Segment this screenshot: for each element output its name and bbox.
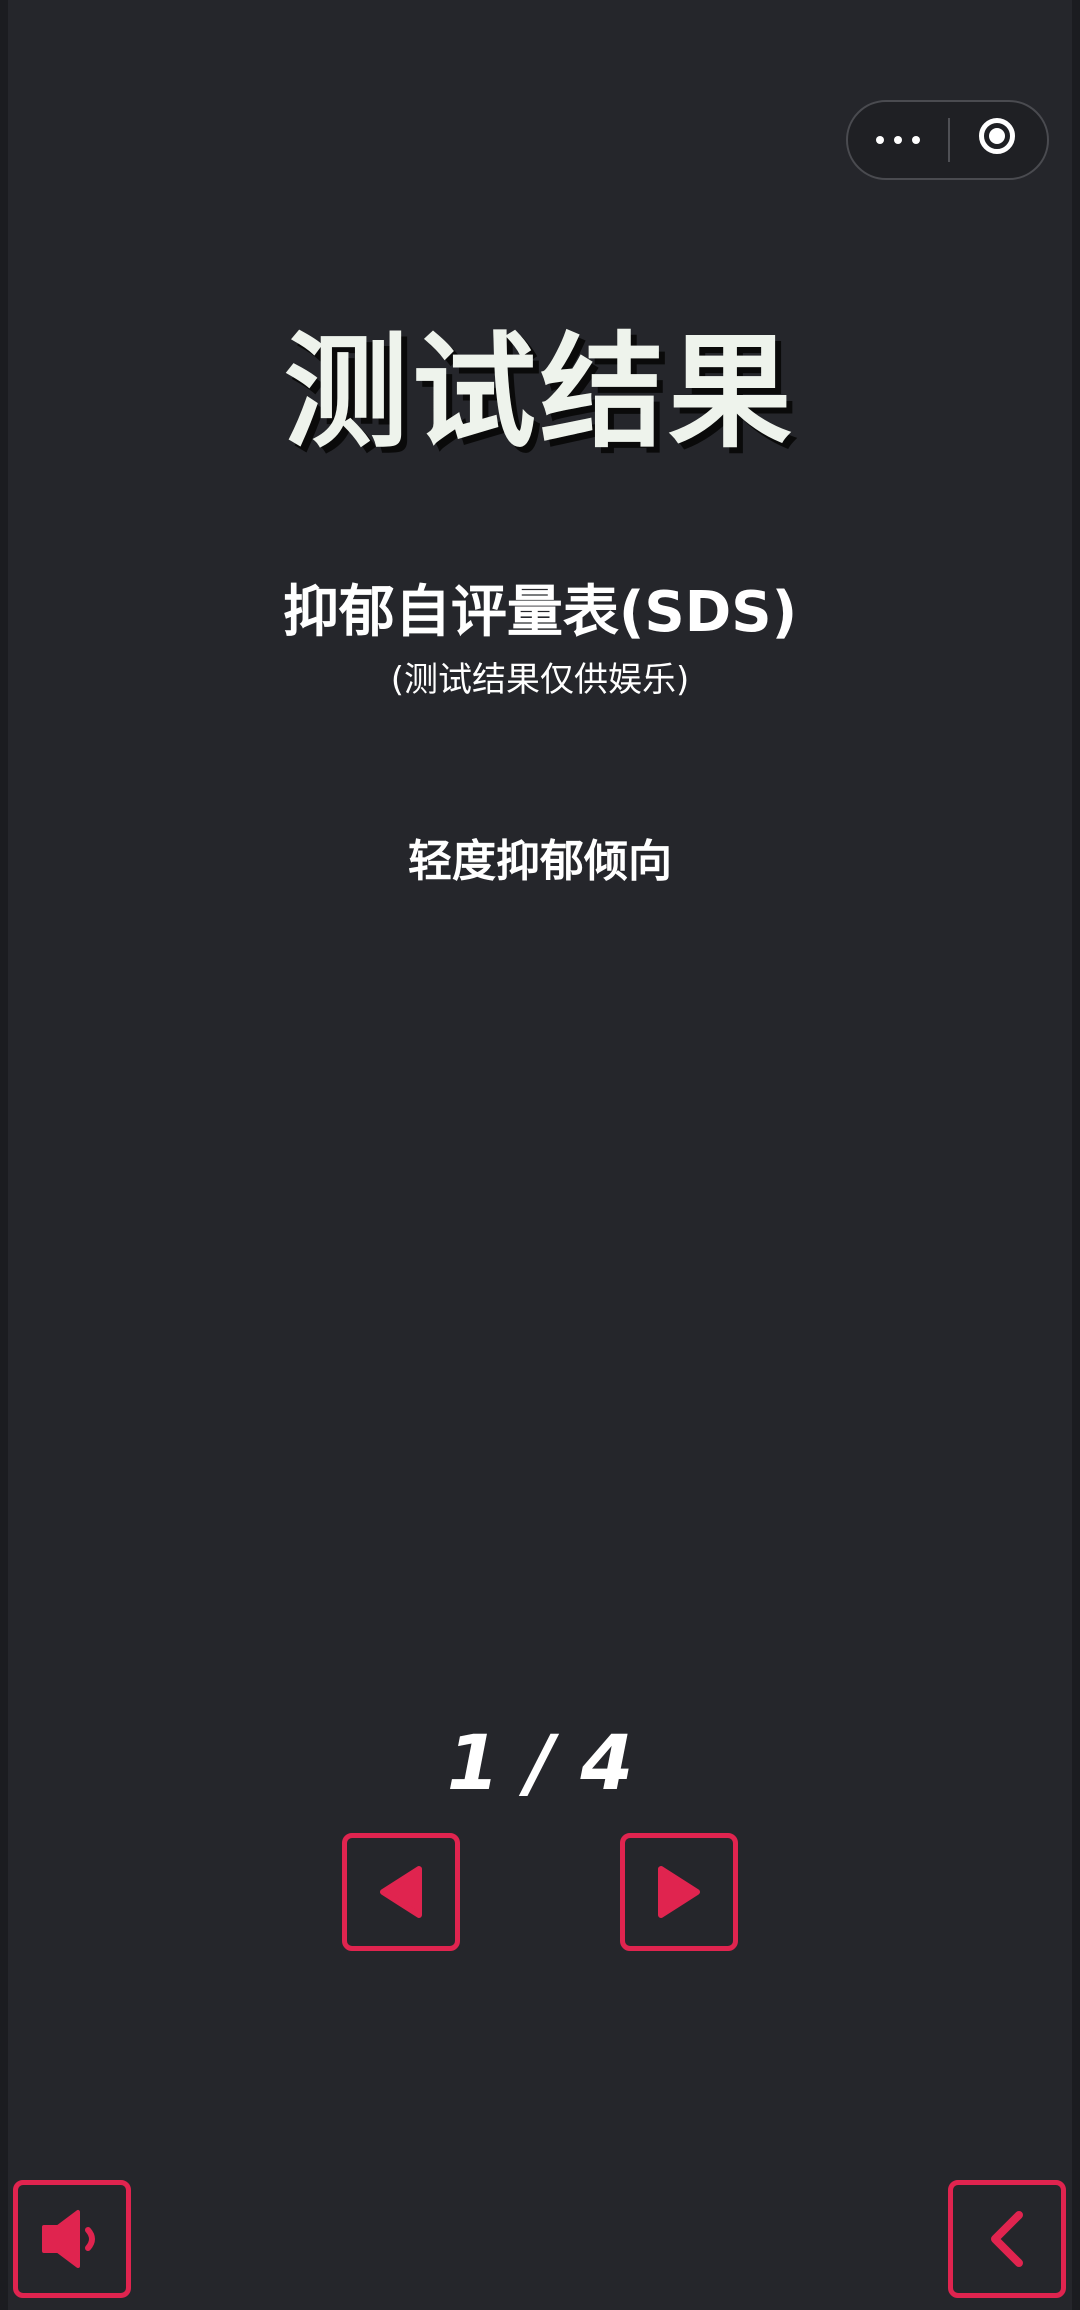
mini-program-capsule (846, 100, 1049, 180)
next-page-button[interactable] (620, 1833, 738, 1951)
triangle-right-icon (658, 1866, 700, 1918)
sound-toggle-button[interactable] (13, 2180, 131, 2298)
close-mini-program-button[interactable] (950, 102, 1049, 178)
result-text: 轻度抑郁倾向 (408, 836, 672, 887)
chevron-left-icon (991, 2211, 1023, 2267)
scale-name: 抑郁自评量表(SDS) (282, 580, 798, 645)
page-title: 测试结果 (283, 321, 796, 465)
back-button[interactable] (948, 2180, 1066, 2298)
prev-page-button[interactable] (342, 1833, 460, 1951)
disclaimer-note: (测试结果仅供娱乐) (390, 660, 690, 700)
speaker-icon (42, 2210, 95, 2268)
triangle-left-icon (380, 1866, 422, 1918)
more-button[interactable] (848, 102, 948, 178)
page-indicator: 1 / 4 (446, 1718, 634, 1807)
